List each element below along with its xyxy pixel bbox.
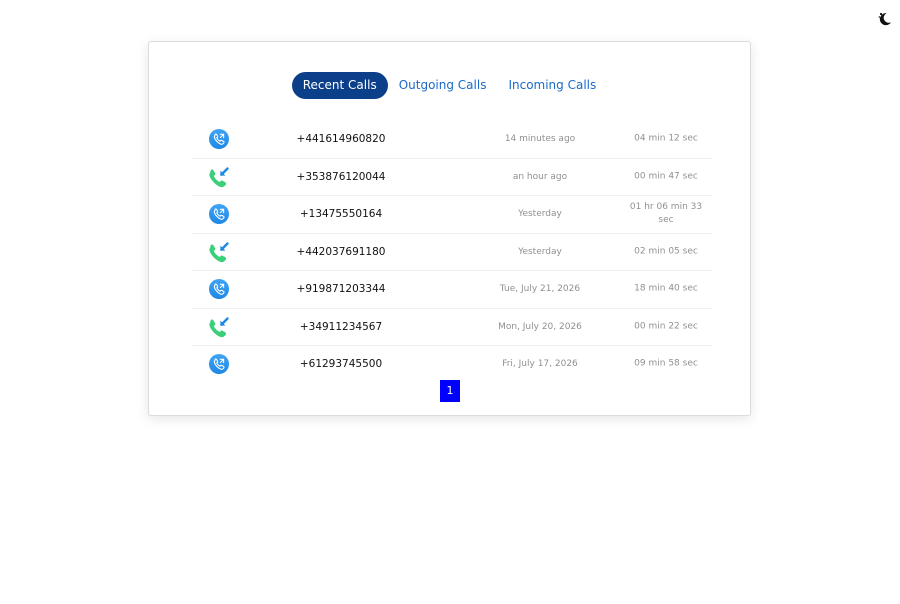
call-row[interactable]: +34911234567 Mon, July 20, 2026 00 min 22 … (192, 309, 712, 346)
call-time: Yesterday (518, 209, 562, 220)
incoming-call-icon (208, 166, 230, 188)
page: Recent Calls Outgoing Calls Incoming Cal… (0, 0, 900, 604)
call-number: +919871203344 (296, 283, 386, 296)
call-row[interactable]: +13475550164 Yesterday 01 hr 06 min 33 sec (192, 196, 712, 234)
theme-toggle-button[interactable] (876, 10, 894, 28)
pagination-page-button[interactable]: 1 (440, 380, 460, 402)
tab-outgoing-calls[interactable]: Outgoing Calls (388, 72, 498, 99)
call-duration: 01 hr 06 min 33 sec (629, 202, 703, 226)
call-number: +61293745500 (299, 358, 383, 371)
call-list: +441614960820 14 minutes ago 04 min 12 sec… (192, 121, 712, 383)
call-row[interactable]: +441614960820 14 minutes ago 04 min 12 sec (192, 121, 712, 159)
call-history-card: Recent Calls Outgoing Calls Incoming Cal… (148, 41, 751, 416)
call-number: +441614960820 (296, 133, 386, 146)
call-time: Fri, July 17, 2026 (502, 359, 578, 370)
moon-icon (878, 12, 891, 26)
call-number: +13475550164 (299, 208, 383, 221)
call-time: Tue, July 21, 2026 (499, 284, 581, 295)
call-number: +353876120044 (296, 170, 386, 183)
call-time: Mon, July 20, 2026 (498, 321, 582, 332)
call-number: +442037691180 (296, 245, 386, 258)
call-duration: 18 min 40 sec (634, 283, 698, 294)
call-time: 14 minutes ago (504, 134, 576, 145)
call-duration: 00 min 47 sec (634, 171, 698, 182)
call-row[interactable]: +353876120044 an hour ago 00 min 47 sec (192, 159, 712, 196)
outgoing-call-icon (208, 203, 230, 225)
outgoing-call-icon (208, 278, 230, 300)
tab-recent-calls[interactable]: Recent Calls (291, 72, 388, 99)
call-row[interactable]: +442037691180 Yesterday 02 min 05 sec (192, 234, 712, 271)
call-row[interactable]: +919871203344 Tue, July 21, 2026 18 min 40… (192, 271, 712, 309)
call-row[interactable]: +61293745500 Fri, July 17, 2026 09 min 58 … (192, 346, 712, 383)
incoming-call-icon (208, 316, 230, 338)
outgoing-call-icon (208, 128, 230, 150)
call-time: Yesterday (518, 246, 562, 257)
call-time: an hour ago (512, 171, 568, 182)
call-duration: 02 min 05 sec (634, 246, 698, 257)
call-number: +34911234567 (299, 320, 383, 333)
call-tabs: Recent Calls Outgoing Calls Incoming Cal… (149, 72, 750, 99)
tab-incoming-calls[interactable]: Incoming Calls (497, 72, 607, 99)
call-duration: 00 min 22 sec (634, 321, 698, 332)
outgoing-call-icon (208, 353, 230, 375)
call-duration: 04 min 12 sec (634, 133, 698, 144)
incoming-call-icon (208, 241, 230, 263)
call-duration: 09 min 58 sec (634, 358, 698, 369)
